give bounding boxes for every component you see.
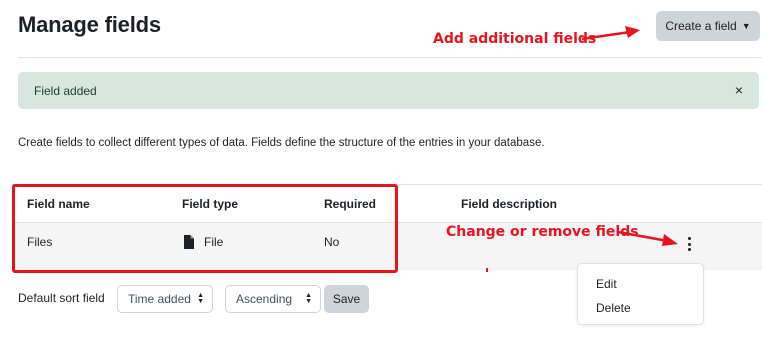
intro-text: Create fields to collect different types… — [18, 137, 545, 149]
cell-field-type-label: File — [204, 235, 224, 249]
table-header-divider — [12, 184, 762, 185]
arrow-icon — [617, 230, 678, 246]
menu-item-edit[interactable]: Edit — [596, 277, 617, 291]
header-divider — [18, 57, 762, 58]
page-title: Manage fields — [18, 12, 161, 37]
select-arrows-icon: ▲ ▼ — [197, 292, 204, 305]
cell-required: No — [324, 235, 340, 249]
annotation-change-fields: Change or remove fields — [446, 224, 639, 240]
chevron-down-icon: ▼ — [741, 21, 751, 31]
column-header-field-name: Field name — [27, 197, 90, 211]
actions-menu: Edit Delete — [577, 263, 704, 325]
success-alert: Field added × — [18, 72, 759, 109]
create-field-button[interactable]: Create a field ▼ — [656, 11, 760, 41]
column-header-required: Required — [324, 197, 377, 211]
file-icon — [184, 235, 194, 249]
annotation-add-fields: Add additional fields — [433, 31, 597, 47]
alert-message: Field added — [34, 83, 97, 98]
sort-order-value: Ascending — [236, 292, 293, 306]
sort-field-value: Time added — [128, 292, 191, 306]
save-button[interactable]: Save — [324, 285, 369, 313]
close-icon[interactable]: × — [735, 82, 743, 98]
sort-order-select[interactable]: Ascending ▲ ▼ — [225, 285, 321, 313]
arrow-icon — [581, 26, 640, 41]
select-arrows-icon: ▲ ▼ — [305, 292, 312, 305]
cell-field-type: File — [182, 235, 223, 249]
column-header-field-type: Field type — [182, 197, 239, 211]
sort-field-label: Default sort field — [18, 291, 105, 305]
kebab-menu-icon[interactable] — [684, 237, 694, 251]
cell-field-name: Files — [27, 235, 53, 249]
annotation-mark — [486, 268, 488, 272]
column-header-field-description: Field description — [461, 197, 558, 211]
sort-field-select[interactable]: Time added ▲ ▼ — [117, 285, 213, 313]
menu-item-delete[interactable]: Delete — [596, 301, 631, 315]
create-field-label: Create a field — [665, 19, 737, 33]
